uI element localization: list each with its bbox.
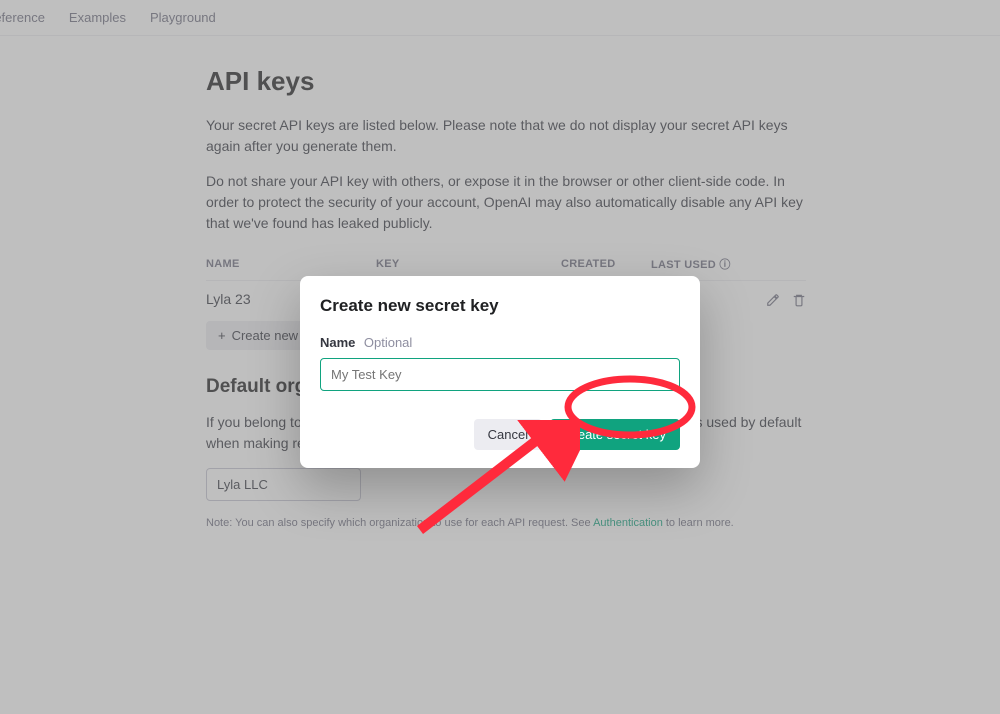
name-label: Name xyxy=(320,335,355,350)
optional-label: Optional xyxy=(364,335,412,350)
modal-title: Create new secret key xyxy=(320,296,680,316)
create-secret-key-button[interactable]: Create secret key xyxy=(550,419,680,450)
cancel-button[interactable]: Cancel xyxy=(474,419,542,450)
key-name-input[interactable] xyxy=(320,358,680,391)
create-key-modal: Create new secret key Name Optional Canc… xyxy=(300,276,700,468)
